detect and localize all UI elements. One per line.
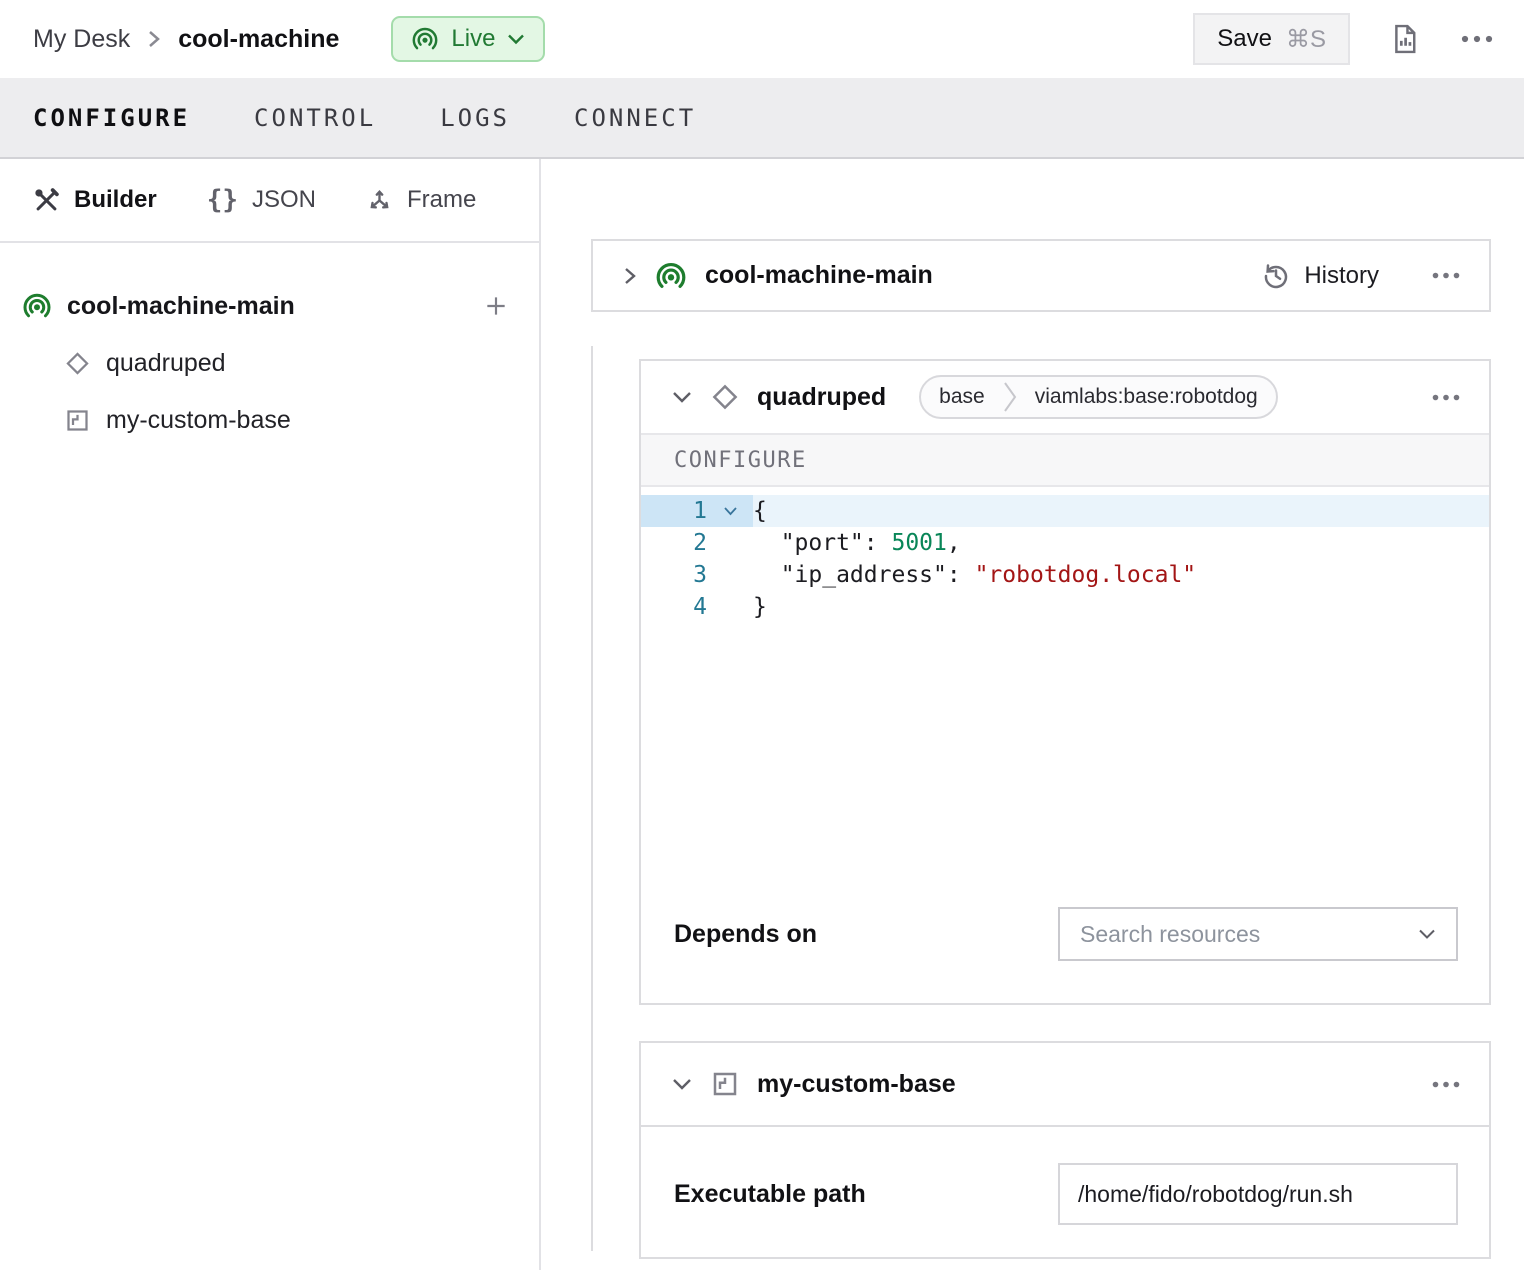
- process-icon: [64, 407, 91, 434]
- quadruped-title: quadruped: [757, 383, 886, 412]
- tree-item-machine-part[interactable]: cool-machine-main: [0, 281, 539, 331]
- tools-icon: [33, 187, 60, 214]
- machine-tab-bar: CONFIGURE CONTROL LOGS CONNECT: [0, 78, 1524, 159]
- configure-main: cool-machine-main History: [541, 159, 1524, 1270]
- view-json-label: JSON: [252, 186, 316, 214]
- line-number: 2: [641, 527, 707, 559]
- code-line-3: 3 "ip_address": "robotdog.local": [641, 559, 1489, 591]
- part-menu-button[interactable]: [1431, 271, 1461, 280]
- view-builder-label: Builder: [74, 186, 157, 214]
- view-json[interactable]: {} JSON: [207, 185, 316, 215]
- base-card-header: my-custom-base: [641, 1043, 1489, 1127]
- add-resource-button[interactable]: [483, 293, 509, 319]
- chevron-down-icon: [507, 33, 525, 45]
- braces-icon: {}: [207, 185, 238, 215]
- frame-axes-icon: [366, 187, 393, 214]
- save-label: Save: [1217, 25, 1272, 53]
- save-button[interactable]: Save ⌘S: [1193, 13, 1350, 65]
- base-card-body: Executable path: [641, 1127, 1489, 1257]
- history-label: History: [1304, 262, 1379, 290]
- depends-on-label: Depends on: [674, 920, 817, 949]
- line-number: 1: [641, 495, 707, 527]
- quadruped-card: quadruped base viamlabs:base:robotdog: [639, 359, 1491, 1005]
- chevron-right-icon: [146, 26, 162, 52]
- tab-control[interactable]: CONTROL: [254, 104, 376, 132]
- quadruped-menu-button[interactable]: [1431, 393, 1461, 402]
- chevron-right-icon[interactable]: [623, 264, 637, 288]
- machine-report-button[interactable]: [1390, 23, 1420, 55]
- chevron-right-icon: [1003, 377, 1017, 417]
- tree-root-label: cool-machine-main: [67, 292, 295, 321]
- breadcrumb-location[interactable]: My Desk: [33, 25, 130, 54]
- executable-path-label: Executable path: [674, 1180, 866, 1209]
- part-resources: quadruped base viamlabs:base:robotdog: [639, 359, 1491, 1259]
- tree-child-label: quadruped: [106, 349, 226, 378]
- breadcrumb: My Desk cool-machine: [33, 25, 339, 54]
- broadcast-icon: [655, 260, 687, 292]
- machine-part-card: cool-machine-main History: [591, 239, 1491, 312]
- ellipsis-icon: [1431, 1080, 1461, 1089]
- status-label: Live: [451, 25, 495, 53]
- history-icon: [1261, 261, 1291, 291]
- depends-on-placeholder: Search resources: [1080, 921, 1260, 948]
- tab-logs[interactable]: LOGS: [440, 104, 510, 132]
- machine-status-dropdown[interactable]: Live: [391, 16, 545, 62]
- broadcast-icon: [411, 25, 439, 53]
- machine-part-title: cool-machine-main: [705, 261, 933, 290]
- file-chart-icon: [1390, 23, 1420, 55]
- badge-type: base: [921, 377, 1003, 417]
- broadcast-icon: [22, 291, 52, 321]
- quadruped-card-header: quadruped base viamlabs:base:robotdog: [641, 361, 1489, 433]
- breadcrumb-machine-name: cool-machine: [178, 25, 339, 54]
- view-frame[interactable]: Frame: [366, 186, 476, 214]
- code-line-4: 4 }: [641, 591, 1489, 623]
- tab-configure[interactable]: CONFIGURE: [33, 104, 190, 132]
- tree-item-quadruped[interactable]: quadruped: [0, 338, 539, 388]
- depends-on-row: Depends on Search resources: [641, 907, 1489, 1003]
- tree-item-my-custom-base[interactable]: my-custom-base: [0, 395, 539, 445]
- process-icon: [710, 1069, 740, 1099]
- configure-section-label: CONFIGURE: [641, 433, 1489, 487]
- tree-child-label: my-custom-base: [106, 406, 291, 435]
- my-custom-base-card: my-custom-base Executable path: [639, 1041, 1491, 1259]
- component-diamond-icon: [64, 350, 91, 377]
- chevron-down-icon[interactable]: [671, 390, 693, 404]
- code-line-2: 2 "port": 5001,: [641, 527, 1489, 559]
- json-attributes-editor[interactable]: 1 { 2 "port":: [641, 487, 1489, 907]
- chevron-down-icon[interactable]: [671, 1077, 693, 1091]
- plus-icon: [483, 293, 509, 319]
- tab-connect[interactable]: CONNECT: [574, 104, 696, 132]
- view-builder[interactable]: Builder: [33, 186, 157, 214]
- top-bar: My Desk cool-machine Live Save ⌘: [0, 0, 1524, 78]
- app-root: My Desk cool-machine Live Save ⌘: [0, 0, 1524, 1270]
- ellipsis-icon: [1431, 271, 1461, 280]
- depends-on-select[interactable]: Search resources: [1058, 907, 1458, 961]
- resource-type-badge: base viamlabs:base:robotdog: [919, 375, 1278, 419]
- machine-menu-button[interactable]: [1460, 34, 1494, 44]
- code-line-1: 1 {: [641, 495, 1489, 527]
- ellipsis-icon: [1460, 34, 1494, 44]
- line-number: 3: [641, 559, 707, 591]
- chevron-down-icon: [1418, 928, 1436, 940]
- component-diamond-icon: [710, 382, 740, 412]
- resource-tree: cool-machine-main quadruped: [0, 243, 539, 445]
- badge-model: viamlabs:base:robotdog: [1017, 377, 1276, 417]
- fold-chevron-icon[interactable]: [707, 495, 753, 527]
- top-bar-actions: Save ⌘S: [1193, 13, 1494, 65]
- base-title: my-custom-base: [757, 1070, 956, 1099]
- executable-path-input[interactable]: [1058, 1163, 1458, 1225]
- config-view-toggle: Builder {} JSON Frame: [0, 159, 539, 243]
- base-menu-button[interactable]: [1431, 1080, 1461, 1089]
- configure-sidebar: Builder {} JSON Frame: [0, 159, 541, 1270]
- ellipsis-icon: [1431, 393, 1461, 402]
- view-frame-label: Frame: [407, 186, 476, 214]
- history-button[interactable]: History: [1261, 261, 1379, 291]
- save-shortcut: ⌘S: [1286, 25, 1326, 54]
- line-number: 4: [641, 591, 707, 623]
